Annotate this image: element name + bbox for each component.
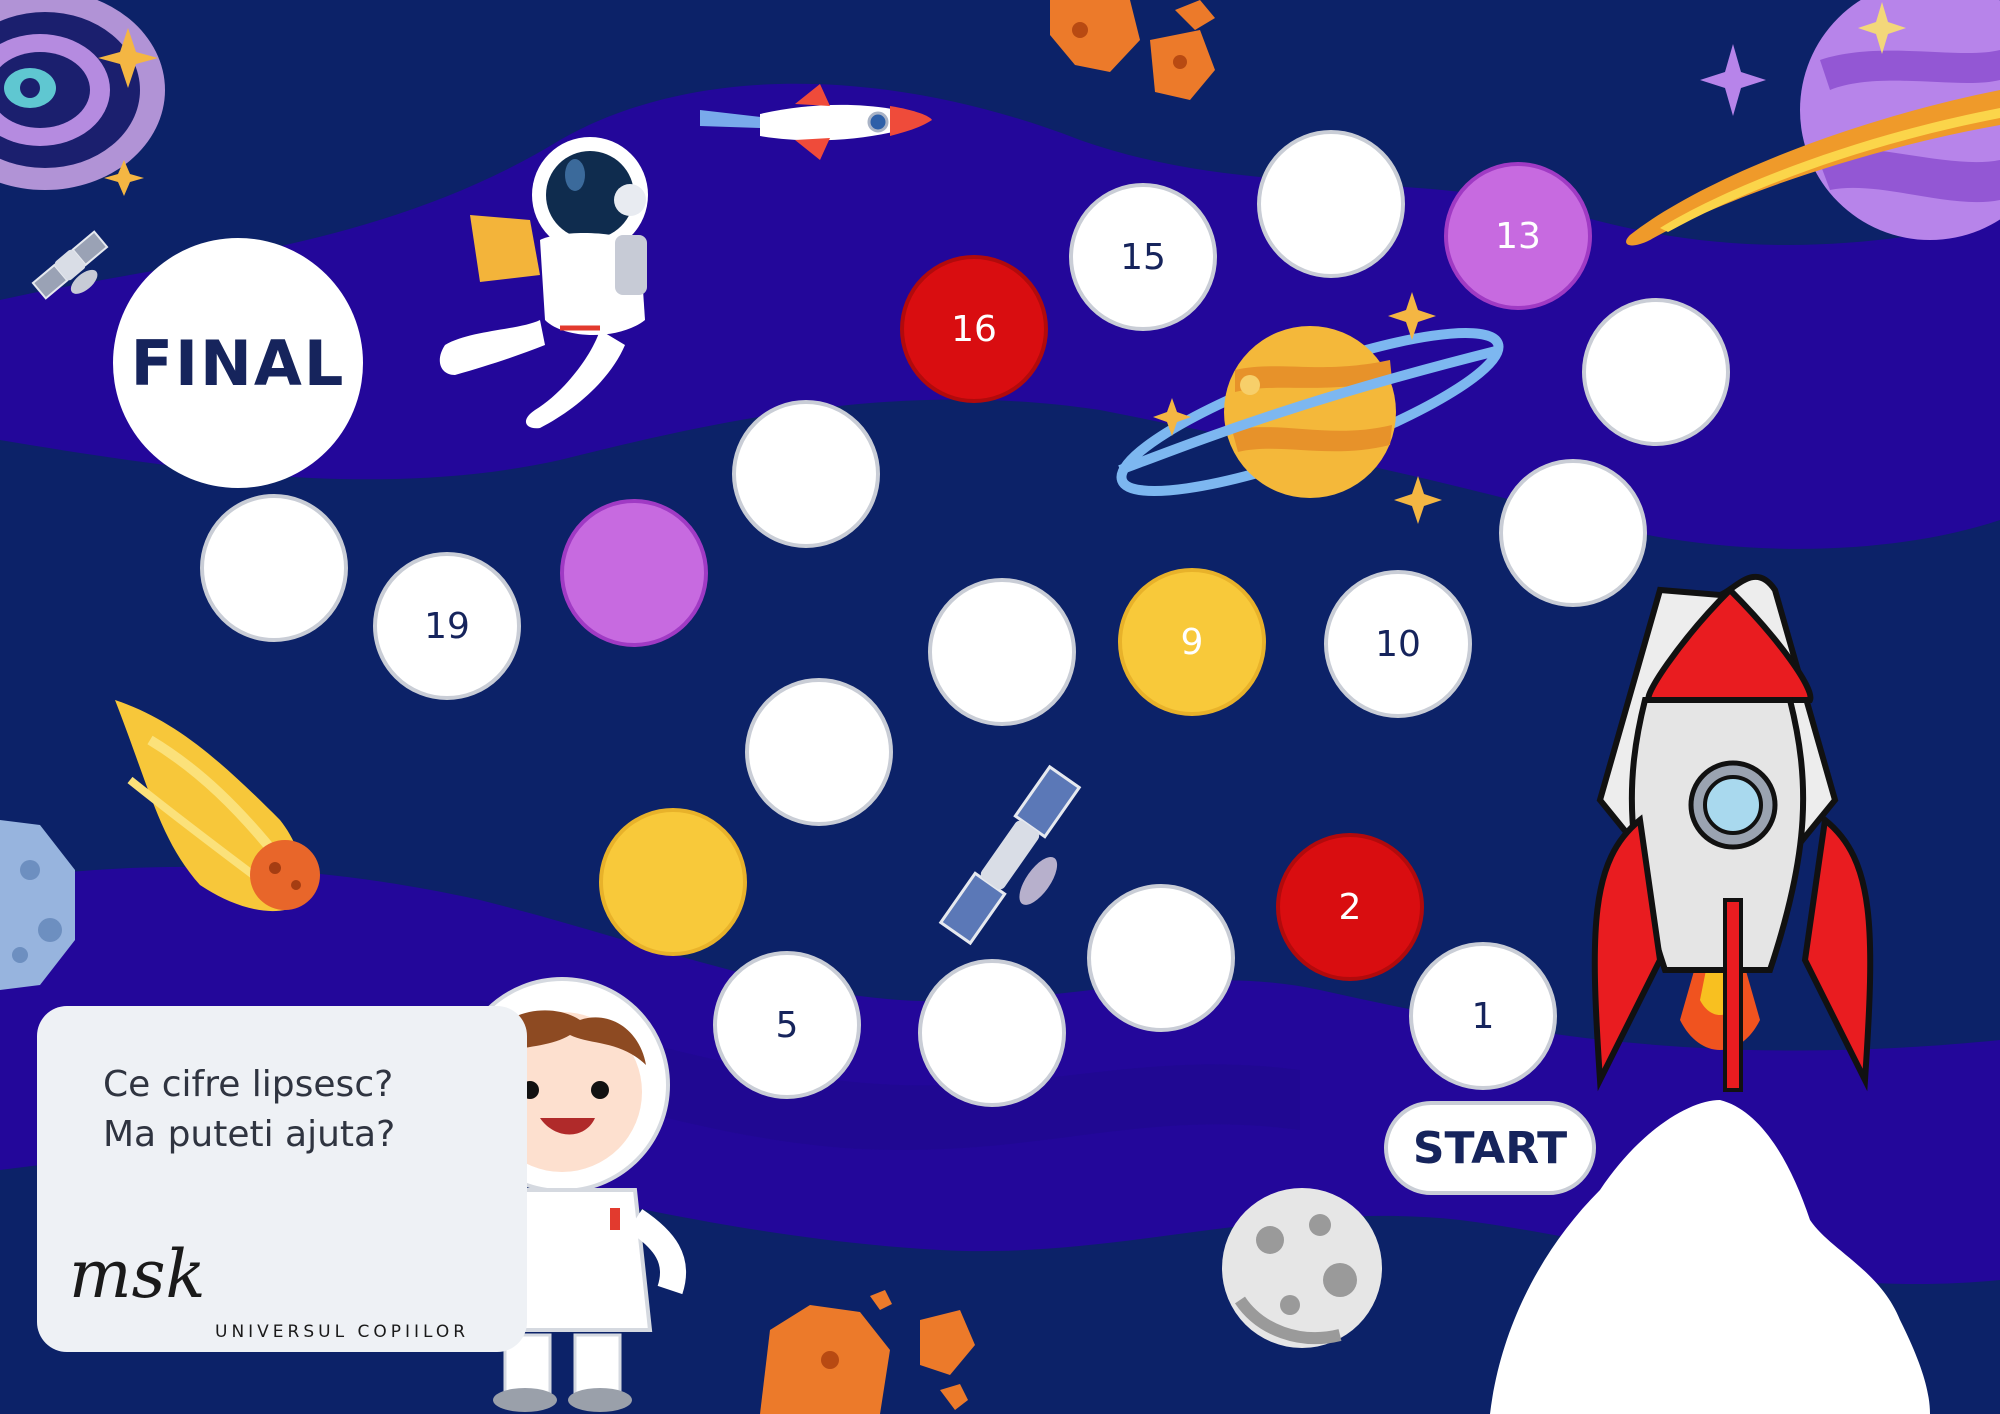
board-space-4[interactable] bbox=[918, 959, 1066, 1107]
board-space-11[interactable] bbox=[1499, 459, 1647, 607]
start-space[interactable]: START bbox=[1384, 1101, 1596, 1195]
board-space-5[interactable]: 5 bbox=[713, 951, 861, 1099]
board-space-20[interactable] bbox=[200, 494, 348, 642]
board-space-12[interactable] bbox=[1582, 298, 1730, 446]
moon-icon bbox=[1222, 1188, 1382, 1348]
brand-script: msk bbox=[69, 1236, 206, 1313]
brand-logo: msk UNIVERSUL COPIILOR bbox=[55, 1236, 495, 1342]
board-space-10[interactable]: 10 bbox=[1324, 570, 1472, 718]
board-space-16[interactable]: 16 bbox=[900, 255, 1048, 403]
board-space-14[interactable] bbox=[1257, 130, 1405, 278]
question-box: Ce cifre lipsesc? Ma puteti ajuta? msk U… bbox=[37, 1006, 527, 1352]
board-space-18[interactable] bbox=[560, 499, 708, 647]
board-space-7[interactable] bbox=[745, 678, 893, 826]
board-space-9[interactable]: 9 bbox=[1118, 568, 1266, 716]
board-space-17[interactable] bbox=[732, 400, 880, 548]
board-space-2[interactable]: 2 bbox=[1276, 833, 1424, 981]
brand-subtitle: UNIVERSUL COPIILOR bbox=[215, 1322, 470, 1342]
board-space-13[interactable]: 13 bbox=[1444, 162, 1592, 310]
board-space-15[interactable]: 15 bbox=[1069, 183, 1217, 331]
game-board: Ce cifre lipsesc? Ma puteti ajuta? msk U… bbox=[0, 0, 2000, 1414]
question-line-1: Ce cifre lipsesc? bbox=[103, 1064, 394, 1105]
board-space-6[interactable] bbox=[599, 808, 747, 956]
board-space-19[interactable]: 19 bbox=[373, 552, 521, 700]
board-space-8[interactable] bbox=[928, 578, 1076, 726]
question-line-2: Ma puteti ajuta? bbox=[103, 1114, 396, 1155]
board-space-1[interactable]: 1 bbox=[1409, 942, 1557, 1090]
final-space[interactable]: FINAL bbox=[113, 238, 363, 488]
board-space-3[interactable] bbox=[1087, 884, 1235, 1032]
